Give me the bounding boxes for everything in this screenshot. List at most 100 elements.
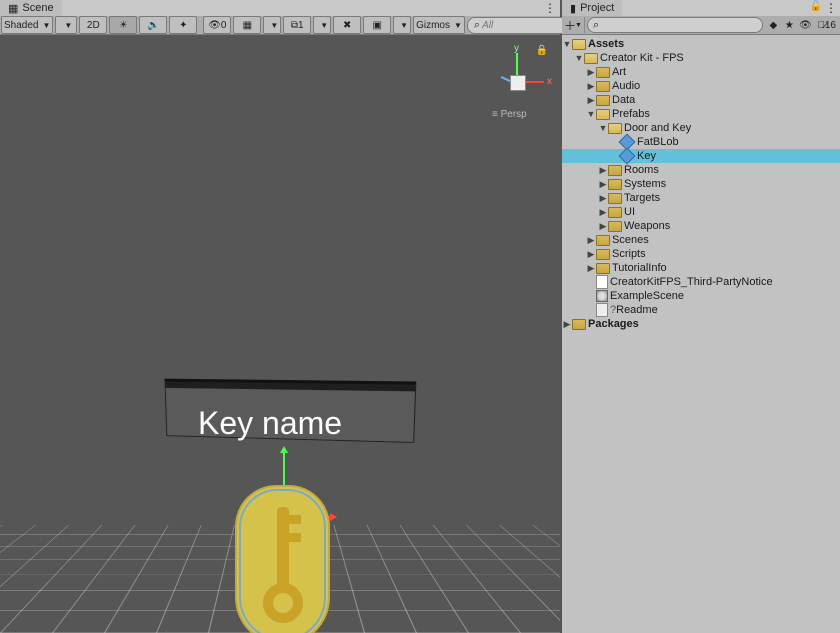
project-panel: ▮ Project 🔓 ⋮ ＋▼ ⌕ ◆ ★ 👁 👁̷16 ▼Assets ▼C… [562,0,840,633]
tree-row-prefabs[interactable]: ▼Prefabs [562,107,840,121]
grid-toggle[interactable]: ▦ [233,16,261,34]
speaker-icon: 🔈 [147,20,159,31]
folder-icon [596,109,610,120]
tree-row-notice[interactable]: ▶CreatorKitFPS_Third-PartyNotice [562,275,840,289]
tree-row-packages[interactable]: ▶Packages [562,317,840,331]
tree-row-weapons[interactable]: ▶Weapons [562,219,840,233]
folder-icon [608,165,622,176]
lighting-toggle[interactable]: ☀ [109,16,137,34]
project-tab-menu-icon[interactable]: ⋮ [825,1,837,15]
folder-icon [596,263,610,274]
folder-icon [584,53,598,64]
folder-icon [608,221,622,232]
project-search[interactable]: ⌕ [587,17,763,33]
camera-settings[interactable]: ▣ [363,16,391,34]
project-tabbar: ▮ Project 🔓 ⋮ [562,0,840,16]
chevron-down-icon: ▼ [270,21,278,30]
tree-row-data[interactable]: ▶Data [562,93,840,107]
tree-row-readme[interactable]: ▶? Readme [562,303,840,317]
folder-icon [596,249,610,260]
hidden-toggle[interactable]: 👁 [797,17,813,33]
orient-x-axis[interactable] [524,81,544,83]
folder-icon [608,123,622,134]
hidden-objects-toggle[interactable]: 👁 0 [203,16,231,34]
camera-settings-dropdown[interactable]: ▼ [393,16,411,34]
lock-icon[interactable]: 🔒 [536,45,548,56]
folder-icon [596,95,610,106]
scene-viewport[interactable]: Key name 🔒 ≡ Persp [0,35,560,633]
create-button[interactable]: ＋▼ [562,17,585,33]
tree-row-scenes[interactable]: ▶Scenes [562,233,840,247]
chevron-down-icon: ▼ [575,22,582,29]
folder-icon [608,193,622,204]
folder-icon [608,207,622,218]
prefab-icon [619,148,636,165]
2d-toggle[interactable]: 2D [79,16,107,34]
layers-icon: ⧉ [291,20,298,31]
projection-label[interactable]: ≡ Persp [492,109,527,120]
scene-tab-menu-icon[interactable]: ⋮ [544,1,556,15]
folder-icon [596,235,610,246]
tree-row-rooms[interactable]: ▶Rooms [562,163,840,177]
shading-mode-dropdown[interactable]: Shaded ▼ [1,16,53,34]
tree-row-art[interactable]: ▶Art [562,65,840,79]
tree-row-systems[interactable]: ▶Systems [562,177,840,191]
camera-icon: ▣ [372,20,381,31]
scene-toolbar: Shaded ▼ ▼ 2D ☀ 🔈 ✦ 👁 0 ▦ ▼ ⧉ 1 ▼ ✖ ▣ ▼ … [0,16,560,35]
tree-row-audio[interactable]: ▶Audio [562,79,840,93]
folder-icon [596,81,610,92]
tree-row-creatorkit[interactable]: ▼Creator Kit - FPS [562,51,840,65]
object-label-text: Key name [198,405,342,442]
key-prefab-mesh[interactable] [235,485,330,633]
fx-toggle[interactable]: ✦ [169,16,197,34]
wireframe-dropdown[interactable]: ▼ [55,16,77,34]
tree-row-doorandkey[interactable]: ▼Door and Key [562,121,840,135]
project-search-input[interactable] [599,19,757,32]
grid-dropdown[interactable]: ▼ [263,16,281,34]
tree-row-ui[interactable]: ▶UI [562,205,840,219]
tree-row-tutorial[interactable]: ▶TutorialInfo [562,261,840,275]
component-tools[interactable]: ⧉ 1 [283,16,311,34]
scene-icon: ▦ [8,2,18,15]
key-teeth [287,515,301,555]
scene-panel: ▦ Scene ⋮ Shaded ▼ ▼ 2D ☀ 🔈 ✦ 👁 0 ▦ ▼ ⧉ … [0,0,562,633]
orient-center[interactable] [510,75,526,91]
tree-row-scripts[interactable]: ▶Scripts [562,247,840,261]
chevron-down-icon: ▼ [42,21,50,30]
filter-by-type-button[interactable]: ◆ [765,17,781,33]
tree-row-key[interactable]: ▶Key [562,149,840,163]
folder-icon [596,67,610,78]
project-tree[interactable]: ▼Assets ▼Creator Kit - FPS ▶Art ▶Audio ▶… [562,35,840,633]
text-file-icon [596,275,608,289]
project-tab[interactable]: ▮ Project [562,0,622,16]
orient-y-axis[interactable] [516,53,518,75]
tree-row-fatblob[interactable]: ▶FatBLob [562,135,840,149]
file-icon [596,303,608,317]
orientation-gizmo[interactable]: 🔒 ≡ Persp [488,45,548,125]
project-tab-label: Project [580,2,614,14]
scene-tabbar: ▦ Scene ⋮ [0,0,560,16]
component-tools-dropdown[interactable]: ▼ [313,16,331,34]
tree-row-assets[interactable]: ▼Assets [562,37,840,51]
tree-row-targets[interactable]: ▶Targets [562,191,840,205]
tool-settings[interactable]: ✖ [333,16,361,34]
chevron-down-icon: ▼ [320,21,328,30]
filter-by-label-button[interactable]: ★ [781,17,797,33]
scene-tab[interactable]: ▦ Scene [0,0,62,16]
project-toolbar: ＋▼ ⌕ ◆ ★ 👁 👁̷16 [562,16,840,35]
eye-off-icon: 👁 [208,20,221,31]
chevron-down-icon: ▼ [454,21,462,30]
wrench-icon: ✖ [343,20,351,31]
fx-icon: ✦ [179,20,187,31]
lock-icon[interactable]: 🔓 [810,1,822,12]
gizmos-dropdown[interactable]: Gizmos ▼ [413,16,465,34]
key-bow [263,583,303,623]
scene-file-icon [596,290,608,302]
lightbulb-icon: ☀ [119,20,128,31]
tree-row-examplescene[interactable]: ▶ExampleScene [562,289,840,303]
scene-tab-label: Scene [22,2,53,14]
hidden-count[interactable]: 👁̷16 [813,17,840,33]
audio-toggle[interactable]: 🔈 [139,16,167,34]
shading-mode-value: Shaded [4,20,38,31]
folder-icon [572,319,586,330]
